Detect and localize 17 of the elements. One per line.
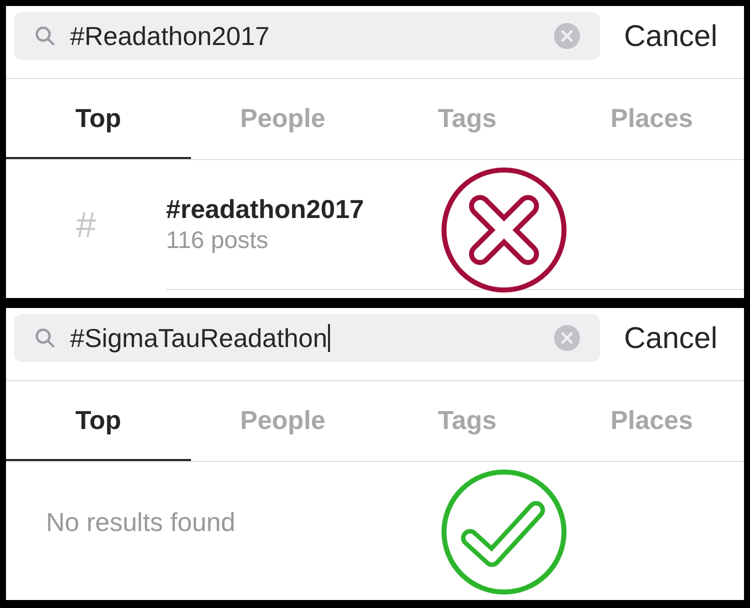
clear-icon[interactable] [554, 325, 580, 351]
clear-icon[interactable] [554, 23, 580, 49]
empty-message: No results found [46, 506, 236, 538]
search-result[interactable]: #readathon2017 116 posts [166, 160, 744, 290]
search-icon [34, 327, 56, 349]
post-count: 116 posts [166, 226, 270, 256]
search-icon [34, 25, 56, 47]
search-text: #SigmaTauReadathon [70, 318, 540, 358]
search-field[interactable]: #SigmaTauReadathon [14, 314, 600, 362]
hashtag-icon: # [76, 198, 96, 252]
cancel-button[interactable]: Cancel [624, 316, 718, 360]
cancel-button[interactable]: Cancel [624, 14, 718, 58]
tab[interactable]: Top [6, 79, 190, 159]
tab[interactable]: Top [6, 381, 190, 461]
tag-name: #readathon2017 [166, 193, 365, 226]
search-text: #Readathon2017 [70, 20, 271, 52]
search-field[interactable]: #Readathon2017 [14, 12, 600, 60]
